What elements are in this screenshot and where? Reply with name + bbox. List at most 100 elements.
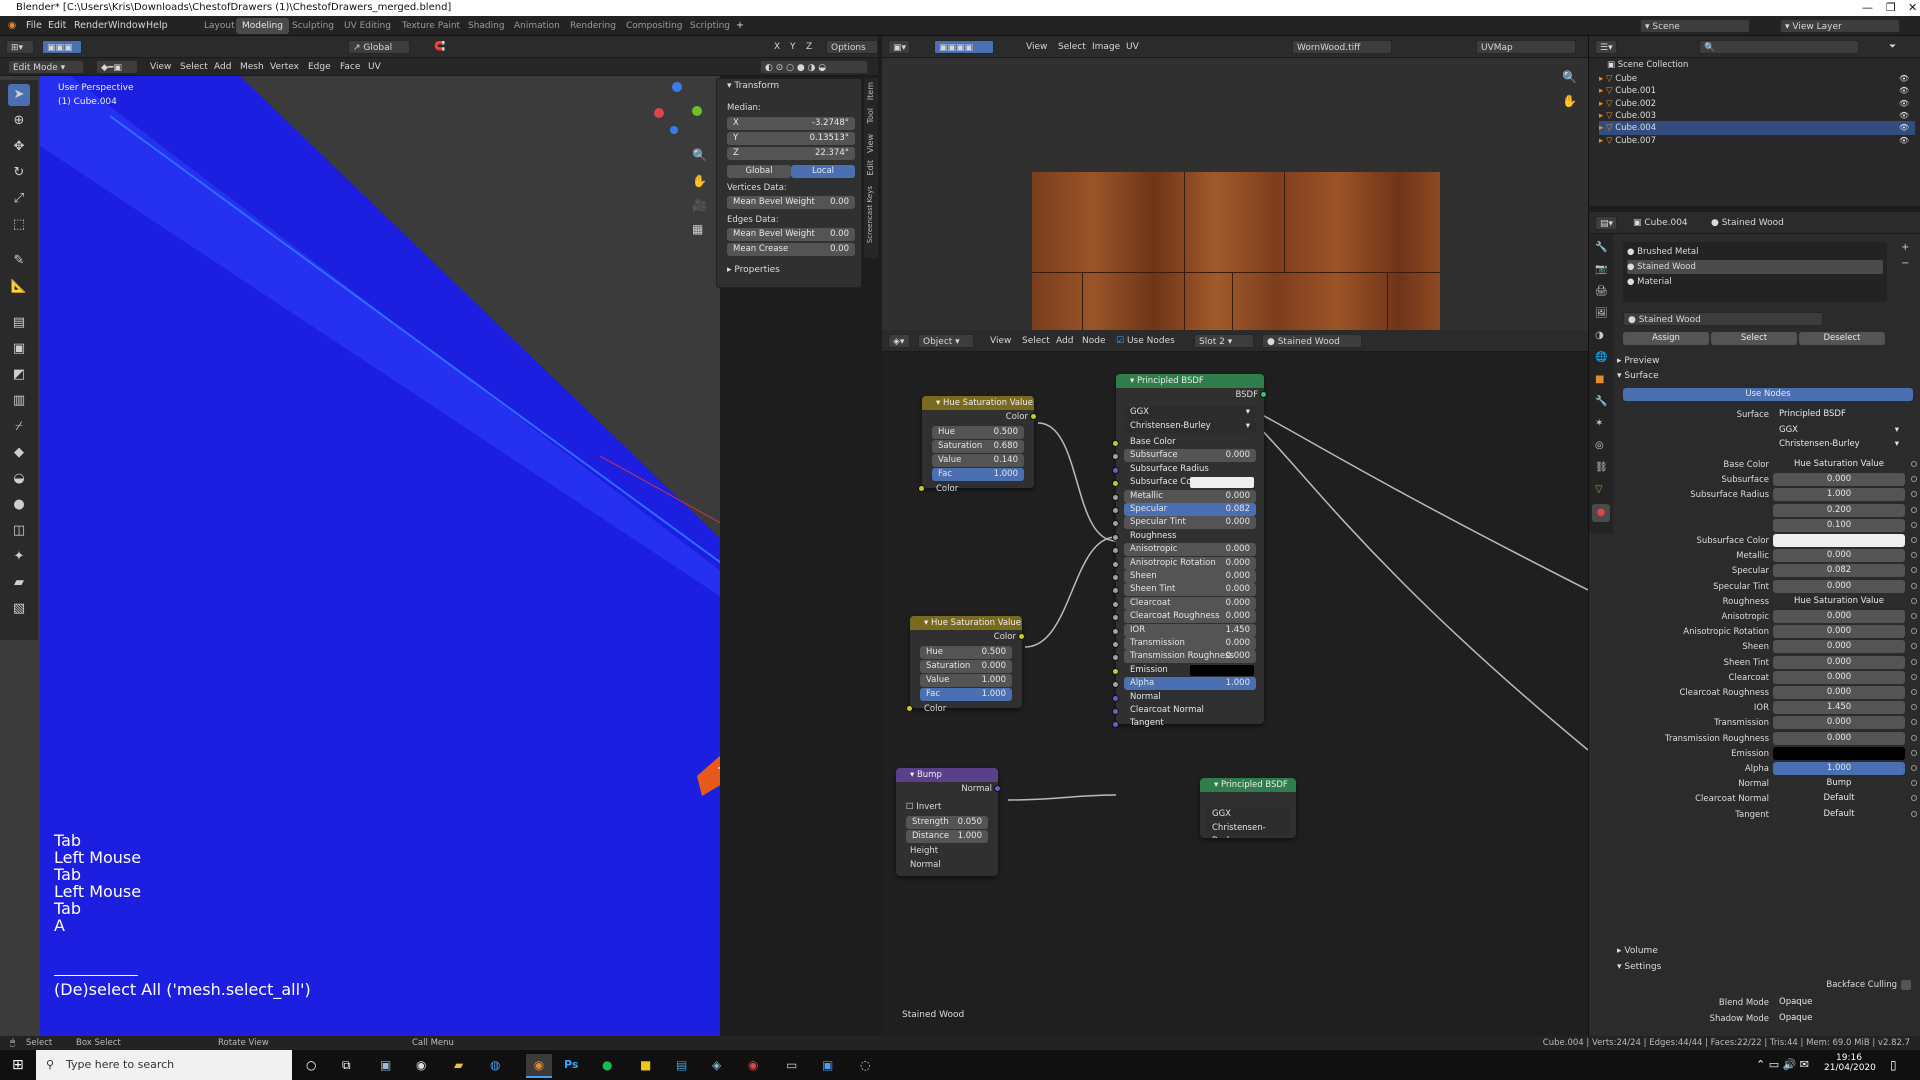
modifier-tab-icon[interactable]: 🔧 — [1595, 396, 1607, 407]
saturation-field[interactable]: Saturation 0.000 — [920, 660, 1012, 673]
input-socket[interactable] — [1112, 547, 1119, 555]
menu-view[interactable]: View — [1022, 40, 1051, 54]
tab-layout[interactable]: Layout — [198, 18, 241, 34]
maximize-icon[interactable]: ❐ — [1886, 0, 1896, 16]
keyframe-dot-icon[interactable] — [1911, 749, 1917, 756]
inset-tool-icon[interactable]: ▣ — [8, 338, 30, 360]
taskbar-search[interactable]: ⚲ Type here to search — [36, 1050, 292, 1080]
outliner[interactable]: ☰▾ 🔍 ⏷ ▣ Scene Collection ▸ ▽ Cube 👁 ▸ ▽ C… — [1588, 36, 1920, 206]
material-input-field[interactable]: 0.200 — [1773, 503, 1905, 517]
spin-tool-icon[interactable]: ◒ — [8, 468, 30, 490]
transform-header[interactable]: ▾ Transform — [727, 81, 779, 91]
scene-collection[interactable]: ▣ Scene Collection — [1607, 58, 1920, 72]
visibility-eye-icon[interactable]: 👁 — [1899, 134, 1909, 148]
add-workspace-icon[interactable]: + — [736, 20, 744, 31]
bevel-tool-icon[interactable]: ◩ — [8, 364, 30, 386]
value-field[interactable]: Value 0.140 — [932, 454, 1024, 467]
render-tab-icon[interactable]: 📷 — [1595, 264, 1607, 275]
keyframe-dot-icon[interactable] — [1911, 628, 1917, 635]
bsdf-input-emission[interactable]: Emission — [1124, 664, 1256, 677]
keyframe-dot-icon[interactable] — [1911, 780, 1917, 787]
bsdf-input-subsurface-color[interactable]: Subsurface Color — [1124, 476, 1256, 489]
spotify-icon[interactable]: ● — [602, 1058, 612, 1072]
material-input-field[interactable]: 0.000 — [1773, 655, 1905, 669]
local-toggle[interactable]: Local — [791, 165, 855, 178]
keyframe-dot-icon[interactable] — [1911, 552, 1917, 559]
image-selector[interactable]: WornWood.tiff — [1292, 40, 1392, 54]
keyframe-dot-icon[interactable] — [1911, 658, 1917, 665]
extrude-tool-icon[interactable]: ▤ — [8, 312, 30, 334]
material-input-field[interactable] — [1773, 746, 1905, 760]
input-socket[interactable] — [1112, 453, 1119, 461]
tab-edit[interactable]: Edit — [866, 160, 878, 176]
material-slot[interactable]: ● Material — [1627, 275, 1883, 289]
keyframe-dot-icon[interactable] — [1911, 537, 1917, 543]
tray-icons[interactable]: ⌃ ▭ 🔊 ✉ — [1756, 1058, 1809, 1071]
bsdf-input-ior[interactable]: IOR 1.450 — [1124, 623, 1256, 637]
tab-item[interactable]: Item — [866, 82, 878, 100]
minimize-icon[interactable]: — — [1862, 0, 1873, 16]
material-input-field[interactable] — [1773, 534, 1905, 547]
keyframe-dot-icon[interactable] — [1911, 704, 1917, 711]
app-icon[interactable]: ▣ — [822, 1058, 833, 1072]
snap-icon[interactable]: 🧲 — [430, 40, 449, 54]
keyframe-dot-icon[interactable] — [1911, 567, 1917, 574]
smooth-tool-icon[interactable]: ● — [8, 494, 30, 516]
tab-scripting[interactable]: Scripting — [684, 18, 736, 34]
app-icon[interactable]: ▣ — [380, 1058, 391, 1072]
material-input-field[interactable]: Hue Saturation Value — [1773, 458, 1905, 471]
bsdf-input-tangent[interactable]: Tangent — [1124, 717, 1256, 730]
image-editor[interactable]: ▣▾ ▣▣▣▣ View Select Image UV WornWood.ti… — [882, 36, 1588, 330]
properties-header[interactable]: ▸ Properties — [727, 265, 780, 275]
app-icon[interactable]: ▤ — [676, 1058, 687, 1072]
input-socket[interactable] — [906, 705, 913, 712]
input-socket[interactable] — [1112, 466, 1119, 474]
invert-checkbox[interactable]: ☐ Invert — [906, 800, 992, 814]
output-socket[interactable] — [994, 785, 1001, 792]
bump-node[interactable]: ▾ Bump Normal ☐ Invert Strength 0.050 Dis… — [896, 768, 1001, 876]
pan-hand-icon[interactable]: ✋ — [1562, 94, 1577, 108]
menu-mesh[interactable]: Mesh — [236, 60, 268, 74]
cursor-tool-icon[interactable]: ⊕ — [8, 110, 30, 132]
menu-select[interactable]: Select — [176, 60, 212, 74]
options-dropdown[interactable]: Options ▾ — [826, 40, 878, 67]
material-input-field[interactable]: 0.000 — [1773, 579, 1905, 593]
edge-slide-tool-icon[interactable]: ◫ — [8, 520, 30, 542]
app-icon[interactable]: ▭ — [786, 1058, 797, 1072]
menu-face[interactable]: Face — [336, 60, 364, 74]
input-socket[interactable] — [1112, 641, 1119, 648]
input-socket[interactable] — [1112, 654, 1119, 662]
clock[interactable]: 19:16 21/04/2020 — [1824, 1053, 1876, 1073]
material-input-field[interactable]: 0.000 — [1773, 625, 1905, 639]
keyframe-dot-icon[interactable] — [1911, 673, 1917, 680]
input-socket[interactable] — [1112, 493, 1119, 501]
bsdf-input-transmission[interactable]: Transmission 0.000 — [1124, 637, 1256, 650]
edge-bevel-weight-field[interactable]: Mean Bevel Weight 0.00 — [727, 228, 855, 241]
median-x-field[interactable]: X -3.2748° — [727, 117, 855, 130]
material-slot[interactable]: ● Brushed Metal — [1627, 245, 1883, 259]
volume-panel[interactable]: ▸ Volume — [1617, 946, 1658, 956]
material-input-field[interactable]: 1.450 — [1773, 701, 1905, 715]
material-input-field[interactable]: 0.082 — [1773, 564, 1905, 578]
rip-tool-icon[interactable]: ▧ — [8, 598, 30, 620]
editor-type-button[interactable]: ⊞▾ — [6, 40, 34, 54]
bsdf-input-normal[interactable]: Normal — [1124, 691, 1256, 704]
keyframe-dot-icon[interactable] — [1911, 810, 1917, 817]
input-socket[interactable] — [1112, 507, 1119, 514]
chrome-icon[interactable]: ◍ — [490, 1058, 500, 1072]
shading-buttons[interactable]: ◐ ⊙ ○ ● ◑ ◒ — [760, 60, 868, 74]
value-field[interactable]: Value 1.000 — [920, 674, 1012, 687]
output-socket[interactable] — [1030, 413, 1037, 420]
z-axis-toggle[interactable]: Z — [802, 40, 816, 54]
shrink-tool-icon[interactable]: ✦ — [8, 546, 30, 568]
app-icon[interactable]: ◉ — [416, 1058, 426, 1072]
app-icon[interactable]: ◌ — [860, 1058, 870, 1072]
app-icon[interactable]: ◈ — [712, 1058, 721, 1072]
material-input-field[interactable]: Default — [1773, 807, 1905, 821]
input-socket[interactable] — [1112, 694, 1119, 702]
knife-tool-icon[interactable]: ⌿ — [8, 416, 30, 438]
backface-culling-checkbox[interactable] — [1901, 980, 1911, 990]
windows-start-icon[interactable]: ⊞ — [12, 1057, 24, 1073]
zoom-icon[interactable]: 🔍 — [692, 148, 707, 162]
editor-type-button[interactable]: ▣▾ — [888, 40, 910, 54]
